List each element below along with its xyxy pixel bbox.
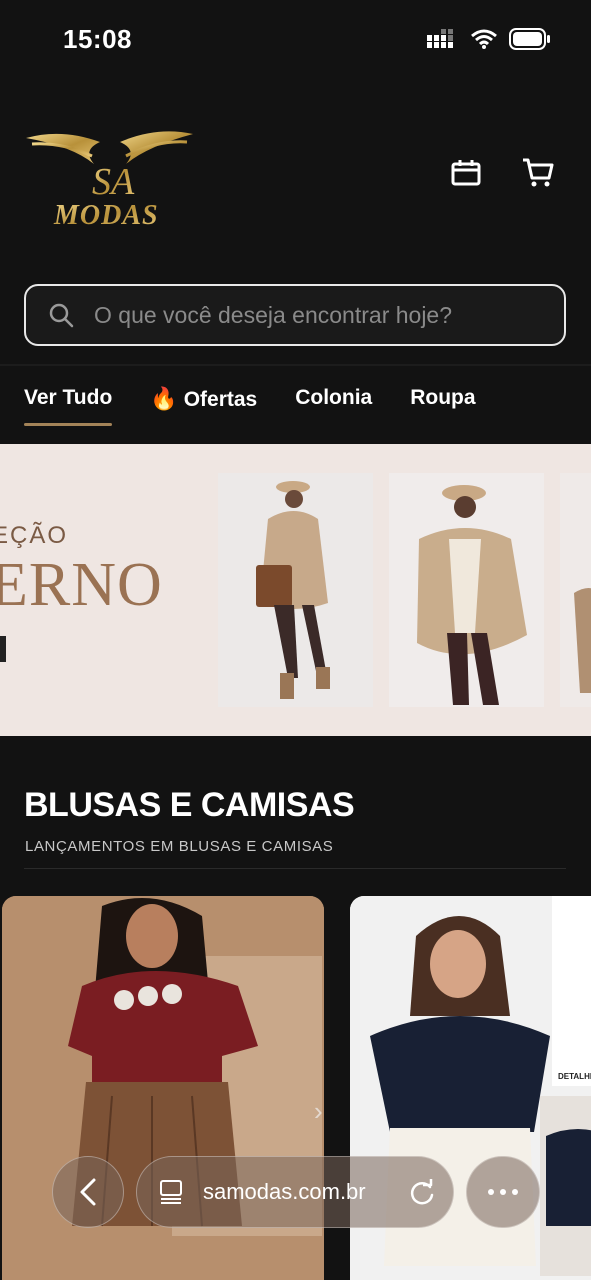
search-icon: [49, 303, 74, 328]
logo-monogram: SA: [92, 161, 135, 203]
banner-accent-bar: [0, 636, 6, 662]
divider: [0, 364, 591, 366]
header: SA MODAS: [0, 110, 591, 250]
category-tabs: Ver Tudo 🔥 Ofertas Colonia Roupa: [24, 386, 476, 426]
signal-icon: [427, 29, 453, 48]
dot: [500, 1189, 506, 1195]
status-time: 15:08: [63, 24, 132, 54]
url-text: samodas.com.br: [203, 1179, 366, 1204]
banner-photo: [218, 473, 373, 707]
tab-colonia[interactable]: Colonia: [295, 386, 372, 426]
header-actions: [449, 156, 555, 190]
search-placeholder: O que você deseja encontrar hoje?: [94, 301, 453, 328]
banner-photo: [560, 473, 591, 707]
cart-icon[interactable]: [521, 156, 555, 190]
promo-banner[interactable]: EÇÃO ERNO: [0, 444, 591, 736]
more-menu-button[interactable]: [466, 1156, 540, 1228]
tab-ofertas[interactable]: 🔥 Ofertas: [150, 386, 257, 426]
chevron-left-icon: [80, 1178, 96, 1206]
dot: [512, 1189, 518, 1195]
brand-logo[interactable]: SA MODAS: [22, 120, 197, 231]
tab-roupa[interactable]: Roupa: [410, 386, 475, 426]
card-detail-tag: DETALHES: [558, 1072, 591, 1081]
section-divider: [24, 868, 566, 869]
battery-icon: [509, 28, 550, 50]
banner-photo: [389, 473, 544, 707]
status-bar: 15:08: [0, 0, 591, 80]
fire-icon: 🔥: [150, 386, 178, 411]
section-title: BLUSAS E CAMISAS: [24, 786, 355, 824]
calendar-icon[interactable]: [449, 156, 483, 190]
banner-subtitle: EÇÃO: [0, 522, 69, 549]
chevron-right-icon[interactable]: ›: [314, 1096, 323, 1127]
tabs-icon: [160, 1180, 182, 1204]
banner-title: ERNO: [0, 551, 163, 619]
tab-ver-tudo[interactable]: Ver Tudo: [24, 386, 113, 426]
logo-text: MODAS: [53, 200, 159, 230]
address-bar[interactable]: samodas.com.br: [136, 1156, 454, 1228]
search-input[interactable]: O que você deseja encontrar hoje?: [24, 284, 566, 346]
section-subtitle: LANÇAMENTOS EM BLUSAS E CAMISAS: [25, 838, 334, 855]
back-button[interactable]: [52, 1156, 124, 1228]
browser-toolbar: samodas.com.br: [52, 1156, 540, 1228]
reload-icon[interactable]: [409, 1179, 435, 1207]
status-icons: [427, 28, 551, 50]
wifi-icon: [471, 29, 497, 49]
dot: [488, 1189, 494, 1195]
